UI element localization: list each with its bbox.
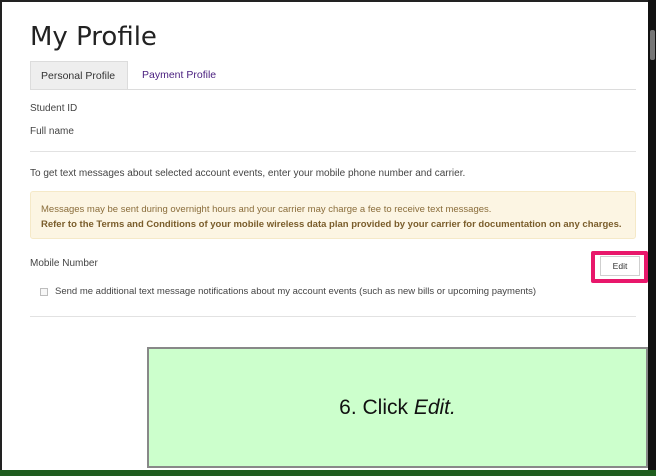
instruction-callout: 6. Click Edit. <box>147 347 648 468</box>
notice-fee-text: Messages may be sent during overnight ho… <box>41 204 492 215</box>
bottom-bar <box>0 470 656 476</box>
tab-personal-profile[interactable]: Personal Profile <box>30 61 128 89</box>
tab-payment-profile[interactable]: Payment Profile <box>132 61 226 89</box>
full-name-label: Full name <box>30 126 74 137</box>
profile-tabs: Personal Profile Payment Profile <box>30 61 636 90</box>
mobile-number-label: Mobile Number <box>30 258 98 269</box>
page-title: My Profile <box>30 22 157 52</box>
notification-checkbox-row[interactable]: Send me additional text message notifica… <box>40 286 536 297</box>
section-divider <box>30 151 636 152</box>
notification-checkbox-label: Send me additional text message notifica… <box>55 286 537 297</box>
callout-emphasis: Edit. <box>413 395 456 419</box>
scrollbar[interactable] <box>648 0 656 476</box>
section-divider-bottom <box>30 316 636 317</box>
sms-intro-text: To get text messages about selected acco… <box>30 168 466 179</box>
notice-terms-text: Refer to the Terms and Conditions of you… <box>41 219 622 230</box>
callout-prefix: 6. Click <box>339 395 414 419</box>
notification-checkbox[interactable] <box>40 287 48 296</box>
student-id-label: Student ID <box>30 103 78 114</box>
edit-button[interactable]: Edit <box>600 256 640 276</box>
sms-notice-alert: Messages may be sent during overnight ho… <box>30 191 636 239</box>
scrollbar-thumb[interactable] <box>650 30 655 60</box>
